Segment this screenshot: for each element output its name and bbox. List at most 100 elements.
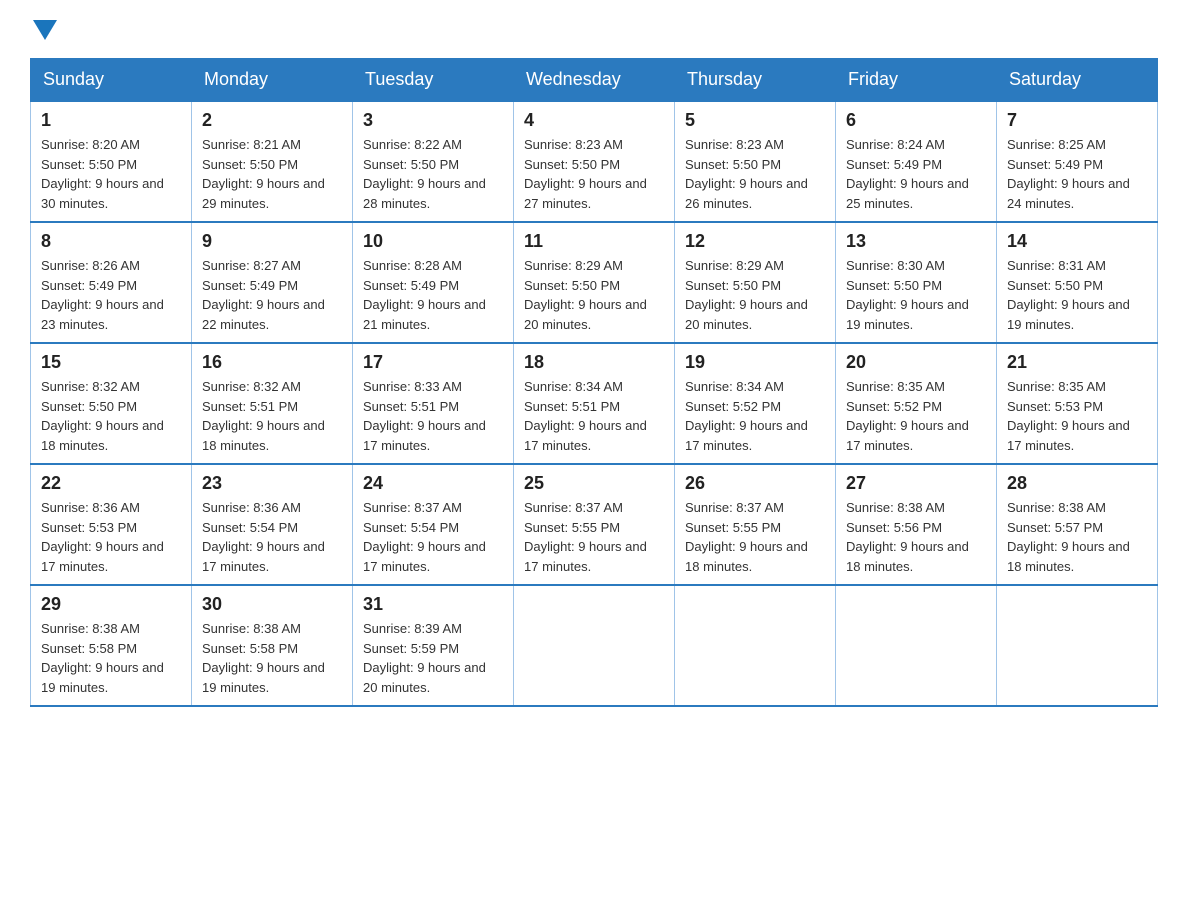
sunrise-label: Sunrise: 8:31 AM bbox=[1007, 258, 1106, 273]
sunrise-label: Sunrise: 8:38 AM bbox=[41, 621, 140, 636]
calendar-cell bbox=[997, 585, 1158, 706]
calendar-cell: 15 Sunrise: 8:32 AM Sunset: 5:50 PM Dayl… bbox=[31, 343, 192, 464]
sunset-label: Sunset: 5:53 PM bbox=[41, 520, 137, 535]
sunrise-label: Sunrise: 8:24 AM bbox=[846, 137, 945, 152]
day-info: Sunrise: 8:35 AM Sunset: 5:52 PM Dayligh… bbox=[846, 377, 986, 455]
daylight-label: Daylight: 9 hours and 17 minutes. bbox=[685, 418, 808, 453]
calendar-cell: 28 Sunrise: 8:38 AM Sunset: 5:57 PM Dayl… bbox=[997, 464, 1158, 585]
sunrise-label: Sunrise: 8:34 AM bbox=[524, 379, 623, 394]
day-info: Sunrise: 8:32 AM Sunset: 5:50 PM Dayligh… bbox=[41, 377, 181, 455]
daylight-label: Daylight: 9 hours and 28 minutes. bbox=[363, 176, 486, 211]
page-header bbox=[30, 20, 1158, 38]
calendar-table: SundayMondayTuesdayWednesdayThursdayFrid… bbox=[30, 58, 1158, 707]
calendar-cell: 2 Sunrise: 8:21 AM Sunset: 5:50 PM Dayli… bbox=[192, 101, 353, 222]
sunrise-label: Sunrise: 8:29 AM bbox=[524, 258, 623, 273]
day-number: 8 bbox=[41, 231, 181, 252]
sunset-label: Sunset: 5:50 PM bbox=[524, 278, 620, 293]
day-header-sunday: Sunday bbox=[31, 59, 192, 102]
day-number: 13 bbox=[846, 231, 986, 252]
day-info: Sunrise: 8:26 AM Sunset: 5:49 PM Dayligh… bbox=[41, 256, 181, 334]
day-number: 30 bbox=[202, 594, 342, 615]
day-number: 3 bbox=[363, 110, 503, 131]
sunset-label: Sunset: 5:51 PM bbox=[524, 399, 620, 414]
calendar-week-1: 1 Sunrise: 8:20 AM Sunset: 5:50 PM Dayli… bbox=[31, 101, 1158, 222]
day-info: Sunrise: 8:32 AM Sunset: 5:51 PM Dayligh… bbox=[202, 377, 342, 455]
day-number: 26 bbox=[685, 473, 825, 494]
day-number: 10 bbox=[363, 231, 503, 252]
daylight-label: Daylight: 9 hours and 18 minutes. bbox=[685, 539, 808, 574]
daylight-label: Daylight: 9 hours and 17 minutes. bbox=[363, 539, 486, 574]
day-info: Sunrise: 8:36 AM Sunset: 5:54 PM Dayligh… bbox=[202, 498, 342, 576]
sunrise-label: Sunrise: 8:25 AM bbox=[1007, 137, 1106, 152]
day-header-thursday: Thursday bbox=[675, 59, 836, 102]
day-number: 7 bbox=[1007, 110, 1147, 131]
sunset-label: Sunset: 5:52 PM bbox=[846, 399, 942, 414]
day-info: Sunrise: 8:30 AM Sunset: 5:50 PM Dayligh… bbox=[846, 256, 986, 334]
calendar-cell: 9 Sunrise: 8:27 AM Sunset: 5:49 PM Dayli… bbox=[192, 222, 353, 343]
calendar-week-4: 22 Sunrise: 8:36 AM Sunset: 5:53 PM Dayl… bbox=[31, 464, 1158, 585]
daylight-label: Daylight: 9 hours and 18 minutes. bbox=[846, 539, 969, 574]
day-number: 6 bbox=[846, 110, 986, 131]
daylight-label: Daylight: 9 hours and 17 minutes. bbox=[524, 418, 647, 453]
day-header-wednesday: Wednesday bbox=[514, 59, 675, 102]
sunset-label: Sunset: 5:57 PM bbox=[1007, 520, 1103, 535]
sunrise-label: Sunrise: 8:32 AM bbox=[202, 379, 301, 394]
sunset-label: Sunset: 5:49 PM bbox=[846, 157, 942, 172]
sunset-label: Sunset: 5:54 PM bbox=[202, 520, 298, 535]
sunrise-label: Sunrise: 8:38 AM bbox=[846, 500, 945, 515]
day-number: 2 bbox=[202, 110, 342, 131]
day-number: 15 bbox=[41, 352, 181, 373]
day-info: Sunrise: 8:34 AM Sunset: 5:51 PM Dayligh… bbox=[524, 377, 664, 455]
calendar-cell: 8 Sunrise: 8:26 AM Sunset: 5:49 PM Dayli… bbox=[31, 222, 192, 343]
day-number: 5 bbox=[685, 110, 825, 131]
day-number: 11 bbox=[524, 231, 664, 252]
day-number: 17 bbox=[363, 352, 503, 373]
sunrise-label: Sunrise: 8:38 AM bbox=[1007, 500, 1106, 515]
day-number: 9 bbox=[202, 231, 342, 252]
day-info: Sunrise: 8:25 AM Sunset: 5:49 PM Dayligh… bbox=[1007, 135, 1147, 213]
calendar-cell: 29 Sunrise: 8:38 AM Sunset: 5:58 PM Dayl… bbox=[31, 585, 192, 706]
day-info: Sunrise: 8:24 AM Sunset: 5:49 PM Dayligh… bbox=[846, 135, 986, 213]
calendar-cell: 22 Sunrise: 8:36 AM Sunset: 5:53 PM Dayl… bbox=[31, 464, 192, 585]
day-info: Sunrise: 8:34 AM Sunset: 5:52 PM Dayligh… bbox=[685, 377, 825, 455]
day-info: Sunrise: 8:37 AM Sunset: 5:55 PM Dayligh… bbox=[685, 498, 825, 576]
daylight-label: Daylight: 9 hours and 18 minutes. bbox=[202, 418, 325, 453]
daylight-label: Daylight: 9 hours and 21 minutes. bbox=[363, 297, 486, 332]
daylight-label: Daylight: 9 hours and 20 minutes. bbox=[685, 297, 808, 332]
daylight-label: Daylight: 9 hours and 25 minutes. bbox=[846, 176, 969, 211]
sunrise-label: Sunrise: 8:35 AM bbox=[1007, 379, 1106, 394]
sunset-label: Sunset: 5:50 PM bbox=[363, 157, 459, 172]
day-number: 25 bbox=[524, 473, 664, 494]
daylight-label: Daylight: 9 hours and 17 minutes. bbox=[41, 539, 164, 574]
day-header-saturday: Saturday bbox=[997, 59, 1158, 102]
day-info: Sunrise: 8:38 AM Sunset: 5:58 PM Dayligh… bbox=[202, 619, 342, 697]
day-header-tuesday: Tuesday bbox=[353, 59, 514, 102]
sunset-label: Sunset: 5:51 PM bbox=[363, 399, 459, 414]
day-info: Sunrise: 8:38 AM Sunset: 5:57 PM Dayligh… bbox=[1007, 498, 1147, 576]
sunset-label: Sunset: 5:50 PM bbox=[41, 157, 137, 172]
day-info: Sunrise: 8:36 AM Sunset: 5:53 PM Dayligh… bbox=[41, 498, 181, 576]
daylight-label: Daylight: 9 hours and 17 minutes. bbox=[846, 418, 969, 453]
logo-triangle-icon bbox=[33, 20, 57, 40]
sunrise-label: Sunrise: 8:37 AM bbox=[524, 500, 623, 515]
sunset-label: Sunset: 5:49 PM bbox=[1007, 157, 1103, 172]
calendar-cell: 1 Sunrise: 8:20 AM Sunset: 5:50 PM Dayli… bbox=[31, 101, 192, 222]
sunrise-label: Sunrise: 8:20 AM bbox=[41, 137, 140, 152]
day-info: Sunrise: 8:29 AM Sunset: 5:50 PM Dayligh… bbox=[524, 256, 664, 334]
day-header-friday: Friday bbox=[836, 59, 997, 102]
sunset-label: Sunset: 5:54 PM bbox=[363, 520, 459, 535]
day-header-monday: Monday bbox=[192, 59, 353, 102]
day-number: 14 bbox=[1007, 231, 1147, 252]
sunrise-label: Sunrise: 8:37 AM bbox=[363, 500, 462, 515]
day-number: 18 bbox=[524, 352, 664, 373]
calendar-cell: 19 Sunrise: 8:34 AM Sunset: 5:52 PM Dayl… bbox=[675, 343, 836, 464]
calendar-cell: 13 Sunrise: 8:30 AM Sunset: 5:50 PM Dayl… bbox=[836, 222, 997, 343]
sunrise-label: Sunrise: 8:38 AM bbox=[202, 621, 301, 636]
sunrise-label: Sunrise: 8:22 AM bbox=[363, 137, 462, 152]
sunset-label: Sunset: 5:49 PM bbox=[363, 278, 459, 293]
sunset-label: Sunset: 5:55 PM bbox=[524, 520, 620, 535]
calendar-cell: 20 Sunrise: 8:35 AM Sunset: 5:52 PM Dayl… bbox=[836, 343, 997, 464]
day-number: 21 bbox=[1007, 352, 1147, 373]
day-number: 23 bbox=[202, 473, 342, 494]
day-info: Sunrise: 8:31 AM Sunset: 5:50 PM Dayligh… bbox=[1007, 256, 1147, 334]
